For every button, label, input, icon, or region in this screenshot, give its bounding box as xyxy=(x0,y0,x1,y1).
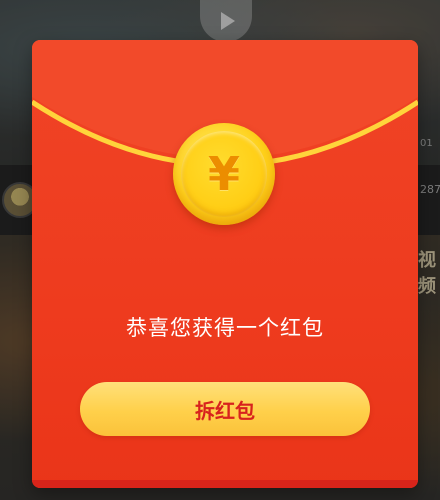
coin-icon: ¥ xyxy=(173,123,275,225)
congrats-message: 恭喜您获得一个红包 xyxy=(126,316,324,340)
yen-icon: ¥ xyxy=(207,147,240,201)
open-red-packet-button[interactable]: 拆红包 xyxy=(80,382,370,436)
red-packet-dialog: ¥ 恭喜您获得一个红包 拆红包 xyxy=(32,40,418,488)
